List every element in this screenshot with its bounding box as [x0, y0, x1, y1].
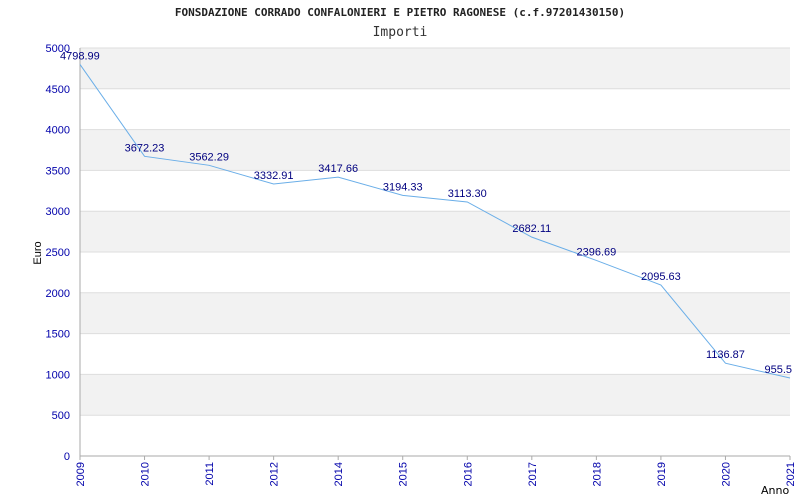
plot-bands: [80, 48, 790, 416]
y-tick-label: 4500: [46, 84, 70, 96]
data-label: 3672.23: [125, 142, 165, 154]
x-tick-label: 2021: [785, 462, 797, 486]
y-tick-label: 2500: [46, 247, 70, 259]
y-tick-labels: 0500100015002000250030003500400045005000: [46, 43, 70, 463]
x-axis-label: Anno: [761, 484, 790, 497]
x-tick-label: 2016: [462, 462, 474, 486]
plot-band: [80, 129, 790, 171]
x-tick-label: 2010: [140, 462, 152, 486]
x-tick-label: 2014: [333, 462, 345, 486]
y-tick-label: 500: [52, 410, 70, 422]
data-label: 3562.29: [189, 151, 229, 163]
x-tick-label: 2009: [75, 462, 87, 486]
plot-band: [80, 374, 790, 416]
x-tick-label: 2020: [720, 462, 732, 486]
y-tick-label: 3000: [46, 206, 70, 218]
x-tick-label: 2011: [204, 462, 216, 486]
y-tick-label: 0: [64, 451, 70, 463]
data-label: 3332.91: [254, 170, 294, 182]
data-label: 3113.30: [448, 188, 487, 200]
data-label: 2095.63: [641, 271, 681, 283]
data-label: 4798.99: [60, 50, 100, 62]
x-tick-label: 2018: [591, 462, 603, 486]
data-label: 1136.87: [706, 349, 745, 361]
x-tick-label: 2019: [656, 462, 668, 486]
x-tick-label: 2015: [398, 462, 410, 486]
y-tick-label: 2000: [46, 288, 70, 300]
data-label: 3194.33: [383, 181, 423, 193]
plot-band: [80, 48, 790, 89]
y-axis-label: Euro: [32, 241, 44, 265]
x-tick-label: 2017: [527, 462, 539, 486]
y-tick-label: 1500: [46, 329, 70, 341]
x-tick-labels: 2009 2010 2011 2012 2014 2015 2016 2017 2018 2019…: [75, 462, 797, 486]
plot-band: [80, 211, 790, 252]
y-tick-label: 4000: [46, 125, 70, 137]
line-chart: 0500100015002000250030003500400045005000…: [46, 43, 797, 486]
plot-band: [80, 292, 790, 334]
data-label: 2682.11: [512, 223, 551, 235]
data-label: 3417.66: [318, 163, 358, 175]
y-tick-label: 3500: [46, 165, 70, 177]
x-tick-label: 2012: [269, 462, 281, 486]
y-tick-label: 1000: [46, 369, 70, 381]
data-label: 955.5: [764, 364, 792, 376]
data-label: 2396.69: [576, 246, 616, 258]
